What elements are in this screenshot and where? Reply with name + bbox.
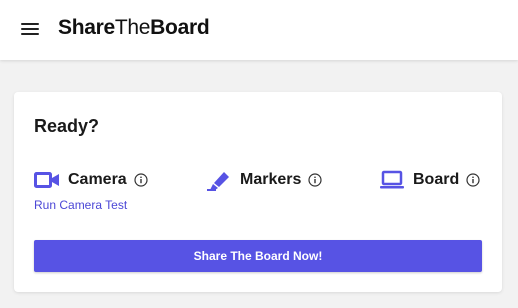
video-camera-icon bbox=[34, 168, 60, 192]
laptop-icon bbox=[379, 168, 405, 192]
ready-card: Ready? Camera Markers Board Run Camera T… bbox=[14, 92, 502, 292]
card-title: Ready? bbox=[34, 116, 100, 136]
brand-share: Share bbox=[58, 16, 115, 39]
info-icon[interactable] bbox=[466, 173, 480, 187]
camera-item: Camera bbox=[34, 168, 148, 192]
brand-board: Board bbox=[150, 16, 210, 39]
board-item: Board bbox=[379, 168, 480, 192]
hamburger-menu-icon[interactable] bbox=[21, 22, 39, 36]
share-the-board-button[interactable]: Share The Board Now! bbox=[34, 240, 482, 272]
info-icon[interactable] bbox=[134, 173, 148, 187]
markers-label: Markers bbox=[240, 171, 302, 188]
markers-item: Markers bbox=[206, 168, 322, 192]
board-label: Board bbox=[413, 171, 460, 188]
info-icon[interactable] bbox=[308, 173, 322, 187]
camera-label: Camera bbox=[68, 171, 127, 188]
brand-logo[interactable]: ShareTheBoard bbox=[58, 16, 210, 40]
app-header: ShareTheBoard bbox=[0, 0, 518, 60]
brand-the: The bbox=[114, 16, 151, 39]
run-camera-test-link[interactable]: Run Camera Test bbox=[34, 198, 127, 212]
marker-pen-icon bbox=[206, 168, 232, 192]
